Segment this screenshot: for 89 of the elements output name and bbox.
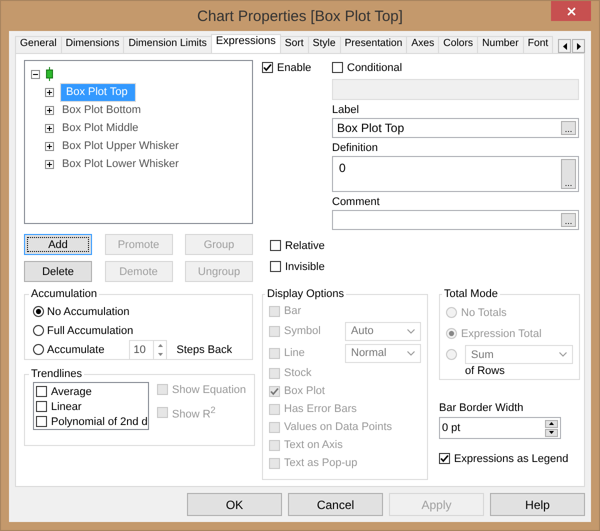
group-title: Display Options [266,288,346,300]
checkbox-label: Invisible [285,260,325,272]
width-spinner[interactable]: 0 pt [439,417,561,439]
scroll-right-button[interactable] [572,39,585,53]
checkbox-label: Symbol [284,325,321,337]
checkbox[interactable] [36,386,47,397]
condition-field[interactable] [332,79,579,100]
field-label: Definition [332,142,379,156]
action-button[interactable]: Add [24,234,92,255]
down-arrow-icon [549,431,554,434]
ellipsis-button[interactable]: ... [561,121,576,135]
radio-label: No Accumulation [47,306,130,318]
checkbox-label: Line [284,347,305,359]
window-title: Chart Properties [Box Plot Top] [197,8,403,24]
radio-button[interactable] [33,306,44,317]
checkbox-label: Values on Data Points [284,421,392,433]
checkbox[interactable] [439,453,450,464]
definition-field[interactable]: 0 ... [332,156,579,192]
radio-label: Full Accumulation [47,324,134,336]
dialog-button[interactable]: Help [490,493,585,516]
steps-label: Steps Back [176,344,232,356]
checkbox-label: Box Plot [284,385,325,397]
tree-item[interactable]: Box Plot Lower Whisker [60,157,181,171]
radio-label: No Totals [461,306,507,318]
checkbox-label: Polynomial of 2nd d [51,416,148,428]
expand-icon[interactable] [45,142,54,150]
expand-icon[interactable] [45,160,54,168]
checkbox-label: Bar [284,305,302,317]
checkbox[interactable] [36,401,47,412]
dialog-button[interactable]: Cancel [288,493,383,516]
checkbox[interactable] [332,62,343,73]
checkbox-label: Text on Axis [284,439,343,451]
checkbox[interactable] [270,261,281,272]
checkbox-label: Show Equation [172,384,246,396]
dropdown-caret-icon [407,328,415,334]
expand-icon[interactable] [45,124,54,132]
checkbox[interactable] [36,416,47,427]
radio-button[interactable] [33,325,44,336]
radio-button[interactable] [33,344,44,355]
right-arrow-icon [576,42,580,50]
scroll-left-button[interactable] [558,39,571,53]
box-plot-icon [46,67,53,81]
spin-up-button[interactable] [545,420,558,428]
comment-field[interactable]: ... [332,210,579,230]
field-label: Bar Border Width [439,402,524,414]
dropdown-caret-icon [407,350,415,356]
spin-down-button[interactable] [545,428,558,436]
radio-label: Accumulate [47,344,104,356]
expand-icon[interactable] [45,106,54,114]
checkbox-label: Average [51,386,92,398]
field-label: Label [332,104,360,118]
field-label: Comment [332,196,381,210]
left-arrow-icon [562,42,566,50]
checkbox-label: Linear [51,400,82,412]
tree-item[interactable]: Box Plot Middle [60,121,140,135]
tab[interactable]: Font [522,36,554,53]
steps-spinner[interactable]: 10 [129,340,168,360]
checkbox-label: Text as Pop-up [284,457,358,469]
close-icon [566,6,576,16]
up-arrow-icon [158,344,163,346]
checkbox[interactable] [270,240,281,251]
group-title: Accumulation [30,288,98,300]
tab[interactable]: Expressions [210,34,281,53]
checkbox-label: Conditional [347,62,402,74]
radio-label: Expression Total [461,328,542,340]
close-button[interactable] [551,1,591,21]
checkbox-label: Show R$^{2}$ [172,404,216,420]
up-arrow-icon [549,422,554,425]
action-button[interactable]: Delete [24,261,92,282]
checkbox-label: Enable [277,62,312,74]
ellipsis-button[interactable]: ... [561,213,576,227]
checkbox-label: Stock [284,367,312,379]
tab[interactable]: General [15,36,62,53]
checkbox-label: Relative [285,240,325,252]
tree-item[interactable]: Box Plot Upper Whisker [60,139,181,153]
dropdown-caret-icon [559,352,567,357]
dialog-button[interactable]: OK [187,493,282,516]
collapse-icon[interactable] [31,70,40,78]
expand-icon[interactable] [45,88,54,96]
caption-text: of Rows [464,365,506,377]
group-title: Trendlines [30,368,83,380]
checkbox-label: Has Error Bars [284,403,357,415]
tree-item[interactable]: Box Plot Bottom [60,103,143,117]
checkbox[interactable] [262,62,273,73]
down-arrow-icon [158,352,163,356]
ellipsis-button[interactable]: ... [561,159,576,189]
checkbox-label: Expressions as Legend [454,452,568,464]
label-field[interactable]: Box Plot Top ... [332,118,579,138]
group-title: Total Mode [443,288,499,300]
